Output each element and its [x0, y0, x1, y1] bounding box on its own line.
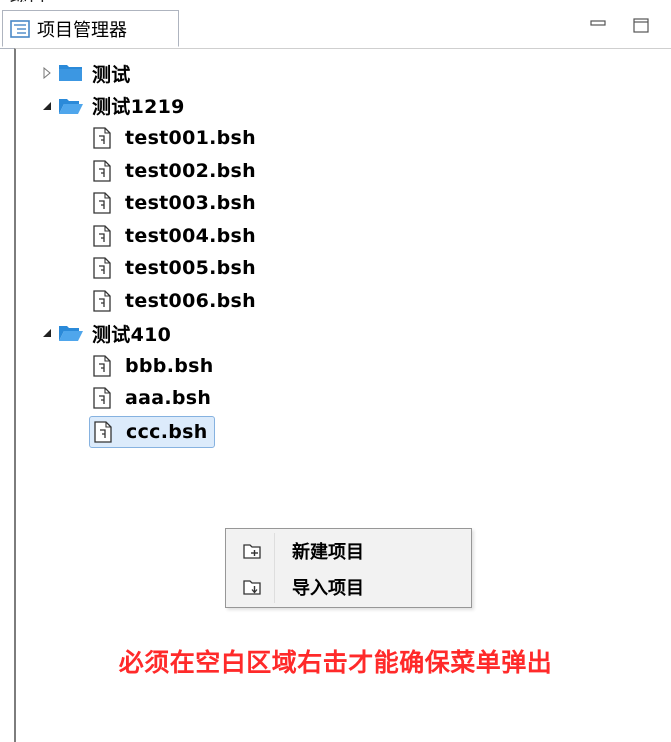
context-menu: 新建项目 导入项目 [225, 528, 472, 608]
new-project-icon [232, 540, 272, 562]
tree-item-label: aaa.bsh [125, 387, 212, 409]
maximize-button[interactable] [630, 16, 652, 38]
tree-folder[interactable]: 测试 [36, 58, 131, 88]
tree-item-label: test005.bsh [125, 257, 256, 279]
top-partial-label: 项目 [10, 0, 46, 2]
menu-item-new-project[interactable]: 新建项目 [226, 533, 471, 569]
minimize-icon [589, 16, 607, 38]
tab-label: 项目管理器 [37, 19, 127, 41]
expanded-arrow-icon[interactable] [36, 101, 58, 111]
script-file-icon [89, 257, 115, 279]
tree-file[interactable]: bbb.bsh [89, 351, 214, 381]
tree-folder[interactable]: 测试1219 [36, 91, 185, 121]
maximize-icon [632, 16, 650, 38]
tree-item-label: 测试410 [92, 323, 172, 346]
tree-file[interactable]: aaa.bsh [89, 383, 211, 413]
folder-open-icon [58, 322, 84, 344]
tree-item-label: test003.bsh [125, 192, 256, 214]
script-file-icon [89, 159, 115, 182]
expanded-arrow-icon[interactable] [36, 328, 58, 338]
import-project-icon [232, 576, 272, 598]
collapsed-arrow-icon[interactable] [36, 67, 58, 79]
project-explorer-icon [9, 18, 31, 40]
script-file-icon [89, 387, 115, 409]
folder-icon [58, 62, 84, 84]
tree-file[interactable]: ccc.bsh [89, 415, 215, 448]
script-file-icon [89, 192, 115, 214]
tree-item-label: 测试 [92, 63, 131, 86]
tree-file[interactable]: test001.bsh [89, 123, 256, 153]
tree-item-label: 测试1219 [92, 96, 185, 118]
menu-item-label: 新建项目 [292, 542, 364, 563]
tree-folder[interactable]: 测试410 [36, 318, 171, 348]
tree-file[interactable]: test006.bsh [89, 286, 256, 316]
menu-item-label: 导入项目 [292, 578, 364, 599]
minimize-button[interactable] [587, 16, 609, 38]
script-file-icon [90, 420, 116, 443]
tree-item-label: ccc.bsh [126, 420, 208, 443]
tree-item-label: bbb.bsh [125, 354, 214, 377]
notice-text: 必须在空白区域右击才能确保菜单弹出 [118, 648, 553, 677]
script-file-icon [89, 354, 115, 377]
script-file-icon [89, 224, 115, 247]
tree-item-label: test006.bsh [125, 289, 256, 312]
menu-item-import-project[interactable]: 导入项目 [226, 569, 471, 605]
tree-file[interactable]: test005.bsh [89, 253, 256, 283]
tree-file[interactable]: test002.bsh [89, 156, 256, 186]
folder-open-icon [58, 95, 84, 117]
tree-item-label: test004.bsh [125, 224, 256, 247]
tab-project-explorer[interactable]: 项目管理器 [2, 10, 179, 47]
script-file-icon [89, 289, 115, 312]
tree-item-label: test001.bsh [125, 127, 256, 149]
script-file-icon [89, 127, 115, 149]
tree-file[interactable]: test004.bsh [89, 221, 256, 251]
tree-file[interactable]: test003.bsh [89, 188, 256, 218]
view-tab-bar: 项目管理器 [0, 10, 671, 49]
tree-item-label: test002.bsh [125, 159, 256, 182]
